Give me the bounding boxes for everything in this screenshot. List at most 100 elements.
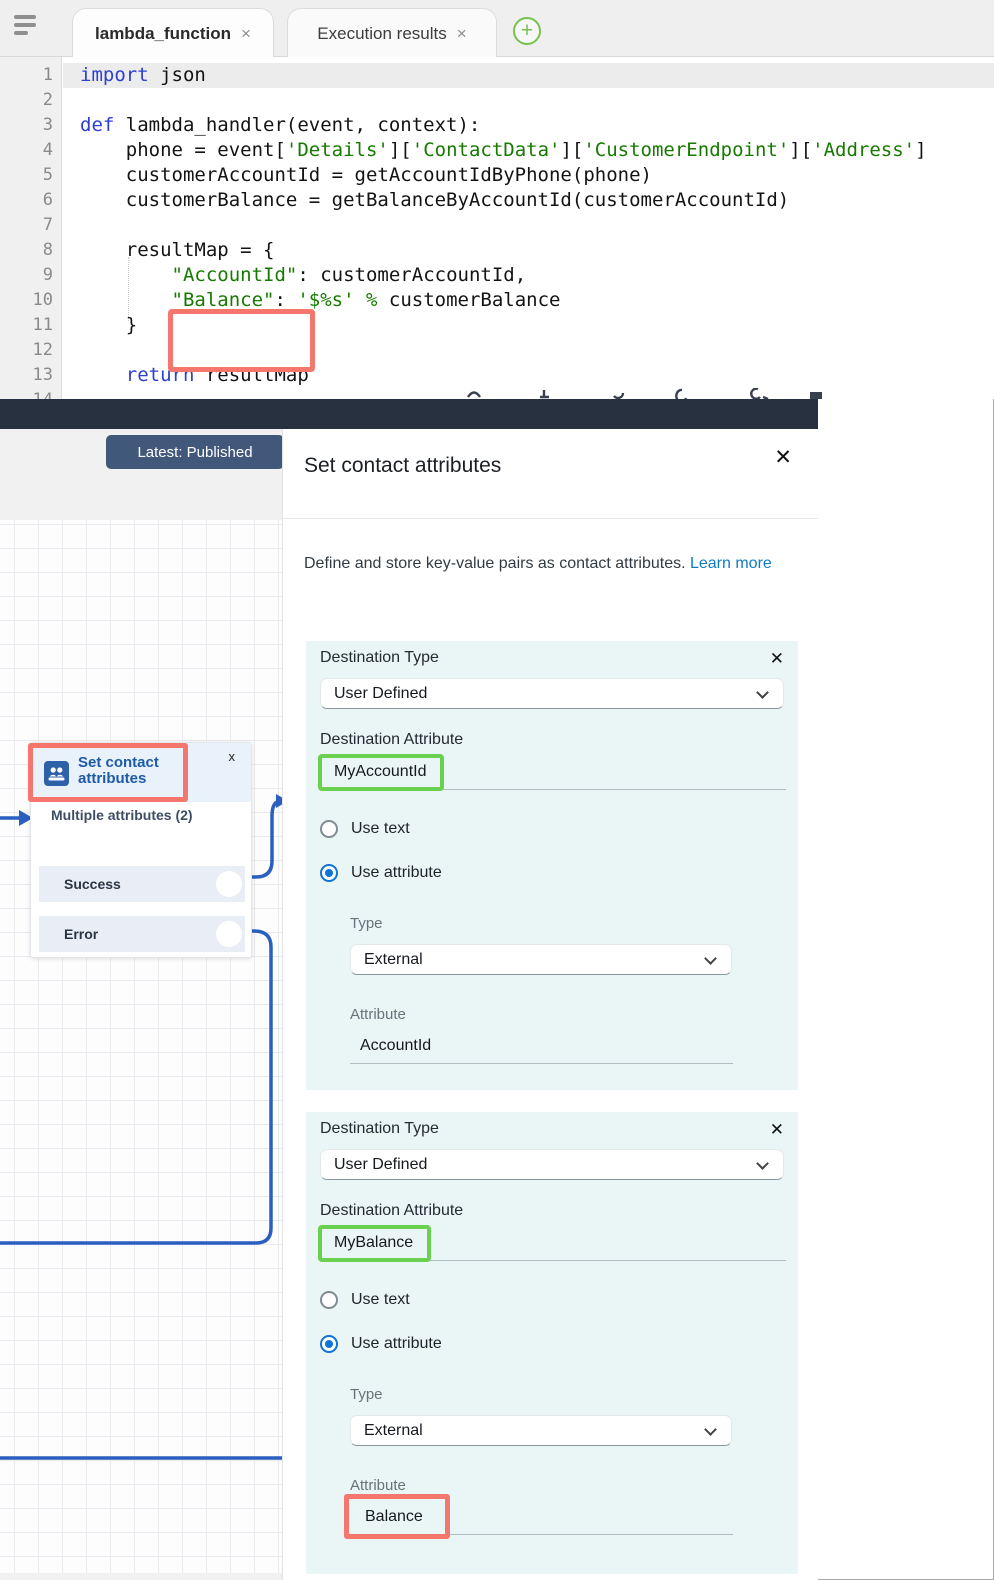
flow-connectors: [0, 429, 282, 1580]
learn-more-link[interactable]: Learn more: [690, 555, 772, 572]
panel-close-icon[interactable]: ✕: [774, 445, 792, 470]
code-line: [63, 213, 994, 238]
panel-title: Set contact attributes: [304, 454, 501, 478]
type-select[interactable]: External: [350, 944, 732, 975]
line-number: 12: [13, 338, 53, 363]
branch-error[interactable]: Error: [39, 916, 245, 952]
destination-type-label: Destination Type: [320, 1120, 439, 1138]
flow-block-summary: Multiple attributes (2): [51, 807, 193, 823]
destination-type-select[interactable]: User Defined: [320, 1149, 784, 1180]
code-line: "AccountId": customerAccountId,: [63, 263, 994, 288]
tab-close-icon[interactable]: ×: [241, 24, 251, 44]
branch-label: Error: [64, 926, 98, 942]
tab-execution-results[interactable]: Execution results ×: [287, 8, 497, 58]
tab-lambda-function[interactable]: lambda_function ×: [72, 8, 274, 58]
line-number: 11: [13, 313, 53, 338]
code-line: customerAccountId = getAccountIdByPhone(…: [63, 163, 994, 188]
attribute-input[interactable]: Balance: [350, 1506, 733, 1535]
type-value: External: [364, 1422, 423, 1439]
panel-divider: [283, 518, 818, 519]
use-text-radio[interactable]: Use text: [320, 1291, 784, 1309]
tab-close-icon[interactable]: ×: [457, 24, 467, 44]
line-number: 5: [13, 163, 53, 188]
radio-label: Use text: [351, 1291, 410, 1309]
destination-attribute-value: MyBalance: [334, 1234, 413, 1251]
destination-type-value: User Defined: [334, 685, 427, 702]
chevron-down-icon: [704, 952, 717, 965]
attribute-input[interactable]: AccountId: [350, 1035, 733, 1064]
chevron-down-icon: [756, 1157, 769, 1170]
line-number: 13: [13, 363, 53, 388]
flow-block-highlight-box: [28, 743, 188, 802]
radio-icon[interactable]: [320, 1291, 338, 1309]
editor-tab-bar: lambda_function × Execution results × +: [0, 0, 994, 57]
line-number: 9: [13, 263, 53, 288]
radio-label: Use attribute: [351, 864, 442, 882]
error-connection-port[interactable]: [216, 921, 242, 947]
destination-attribute-input[interactable]: MyBalance: [320, 1232, 786, 1261]
destination-type-select[interactable]: User Defined: [320, 678, 784, 709]
code-highlight-box: [168, 309, 315, 372]
type-label: Type: [350, 1386, 784, 1403]
tab-label: Execution results: [317, 24, 446, 44]
type-label: Type: [350, 915, 784, 932]
attribute-section: Destination Type ✕ User Defined Destinat…: [306, 1112, 798, 1574]
line-number: 4: [13, 138, 53, 163]
attribute-label: Attribute: [350, 1477, 784, 1494]
line-number: 1: [13, 63, 53, 88]
radio-icon[interactable]: [320, 820, 338, 838]
radio-label: Use attribute: [351, 1335, 442, 1353]
line-number: 7: [13, 213, 53, 238]
chevron-down-icon: [756, 686, 769, 699]
set-contact-attributes-panel: Set contact attributes ✕ Define and stor…: [282, 429, 818, 1580]
destination-attribute-value: MyAccountId: [334, 763, 426, 780]
attribute-value: Balance: [365, 1508, 423, 1525]
branch-success[interactable]: Success: [39, 866, 245, 902]
cropped-toolbar-icon-fragments: [466, 388, 826, 399]
line-number: 6: [13, 188, 53, 213]
line-number: 2: [13, 88, 53, 113]
section-close-icon[interactable]: ✕: [770, 1120, 784, 1139]
screenshot-root: lambda_function × Execution results × + …: [0, 0, 994, 1580]
destination-attribute-input[interactable]: MyAccountId: [320, 761, 786, 790]
flow-canvas[interactable]: Latest: Published Set co: [0, 429, 282, 1580]
cropped-toolbar-bar: [0, 399, 818, 429]
code-editor[interactable]: 1234567891011121314 import jsondef lambd…: [0, 57, 994, 399]
code-line: [63, 88, 994, 113]
radio-icon[interactable]: [320, 1335, 338, 1353]
attribute-value: AccountId: [360, 1037, 431, 1054]
destination-attribute-label: Destination Attribute: [320, 1202, 784, 1220]
success-connection-port[interactable]: [216, 871, 242, 897]
line-number: 10: [13, 288, 53, 313]
code-line: import json: [63, 63, 994, 88]
radio-label: Use text: [351, 820, 410, 838]
flow-block-set-contact-attributes[interactable]: Set contact attributes x Multiple attrib…: [30, 742, 252, 958]
radio-icon[interactable]: [320, 864, 338, 882]
code-line: customerBalance = getBalanceByAccountId(…: [63, 188, 994, 213]
attribute-label: Attribute: [350, 1006, 784, 1023]
new-tab-button[interactable]: +: [513, 17, 541, 45]
panel-description: Define and store key-value pairs as cont…: [304, 551, 786, 577]
flow-block-close[interactable]: x: [229, 749, 236, 764]
type-select[interactable]: External: [350, 1415, 732, 1446]
use-attribute-radio[interactable]: Use attribute: [320, 1335, 784, 1353]
tab-label: lambda_function: [95, 24, 231, 44]
section-close-icon[interactable]: ✕: [770, 649, 784, 668]
destination-type-label: Destination Type: [320, 649, 439, 667]
destination-attribute-label: Destination Attribute: [320, 731, 784, 749]
description-text: Define and store key-value pairs as cont…: [304, 555, 690, 572]
branch-label: Success: [64, 876, 121, 892]
line-number: 8: [13, 238, 53, 263]
line-number: 3: [13, 113, 53, 138]
line-number-gutter: 1234567891011121314: [0, 57, 62, 399]
editor-menu-icon[interactable]: [14, 15, 40, 41]
code-line: phone = event['Details']['ContactData'][…: [63, 138, 994, 163]
code-line: def lambda_handler(event, context):: [63, 113, 994, 138]
type-value: External: [364, 951, 423, 968]
code-line: resultMap = {: [63, 238, 994, 263]
use-attribute-radio[interactable]: Use attribute: [320, 864, 784, 882]
attribute-section: Destination Type ✕ User Defined Destinat…: [306, 641, 798, 1090]
destination-type-value: User Defined: [334, 1156, 427, 1173]
chevron-down-icon: [704, 1423, 717, 1436]
use-text-radio[interactable]: Use text: [320, 820, 784, 838]
